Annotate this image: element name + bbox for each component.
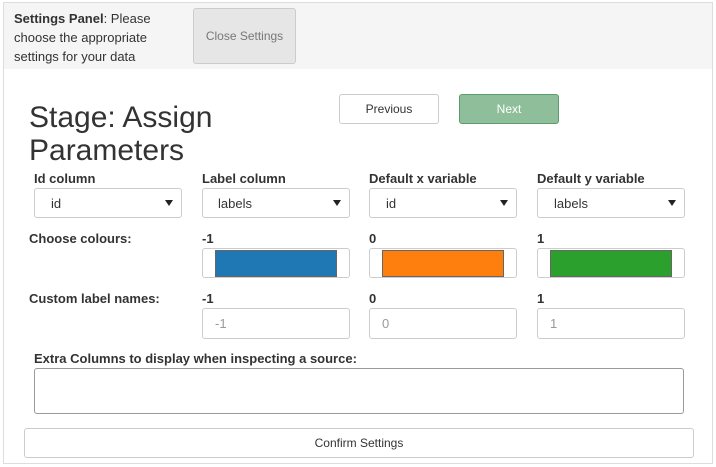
- settings-header-text: Settings Panel: Please choose the approp…: [14, 9, 184, 66]
- custom-label-input[interactable]: 0: [369, 308, 517, 339]
- chevron-down-icon: [668, 200, 676, 206]
- colour-picker[interactable]: [537, 248, 685, 278]
- id-column-select[interactable]: id: [34, 188, 182, 218]
- close-settings-button[interactable]: Close Settings: [193, 8, 296, 64]
- extra-columns-label: Extra Columns to display when inspecting…: [34, 351, 357, 366]
- default-x-variable-select[interactable]: id: [369, 188, 517, 218]
- default-y-variable-select[interactable]: labels: [537, 188, 685, 218]
- colour-key-label: 1: [537, 231, 545, 246]
- colour-picker[interactable]: [369, 248, 517, 278]
- colour-swatch: [382, 250, 504, 277]
- label-column-value: labels: [218, 195, 252, 211]
- settings-header: Settings Panel: Please choose the approp…: [4, 3, 712, 69]
- stage-title: Stage: Assign Parameters: [29, 101, 213, 167]
- extra-columns-input[interactable]: [34, 368, 684, 414]
- custom-label-placeholder: 0: [382, 316, 390, 331]
- custom-label-key: -1: [202, 291, 214, 306]
- default-y-variable-label: Default y variable: [537, 171, 645, 186]
- colour-key-label: 0: [369, 231, 377, 246]
- default-y-variable-value: labels: [554, 195, 588, 211]
- default-x-variable-label: Default x variable: [369, 171, 477, 186]
- next-button[interactable]: Next: [459, 94, 559, 124]
- colour-swatch: [215, 250, 337, 277]
- colour-key-label: -1: [202, 231, 214, 246]
- custom-label-key: 1: [537, 291, 545, 306]
- label-column-select[interactable]: labels: [202, 188, 350, 218]
- custom-label-placeholder: 1: [550, 316, 558, 331]
- previous-button[interactable]: Previous: [339, 94, 439, 124]
- colour-swatch: [550, 250, 672, 277]
- custom-label-placeholder: -1: [215, 316, 227, 331]
- custom-label-key: 0: [369, 291, 377, 306]
- chevron-down-icon: [500, 200, 508, 206]
- custom-label-input[interactable]: -1: [202, 308, 350, 339]
- colour-picker[interactable]: [202, 248, 350, 278]
- label-column-label: Label column: [202, 171, 286, 186]
- default-x-variable-value: id: [386, 195, 397, 211]
- confirm-settings-button[interactable]: Confirm Settings: [24, 428, 694, 458]
- id-column-value: id: [51, 195, 62, 211]
- chevron-down-icon: [165, 200, 173, 206]
- choose-colours-label: Choose colours:: [29, 231, 132, 246]
- settings-header-title: Settings Panel: [14, 11, 104, 26]
- custom-label-names-label: Custom label names:: [29, 291, 160, 306]
- chevron-down-icon: [333, 200, 341, 206]
- id-column-label: Id column: [34, 171, 96, 186]
- custom-label-input[interactable]: 1: [537, 308, 685, 339]
